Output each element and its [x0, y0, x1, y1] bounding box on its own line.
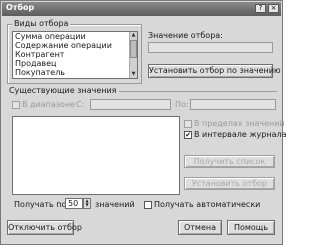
fetch-count-suffix: значений — [95, 200, 135, 209]
filter-value-label: Значение отбора: — [148, 31, 223, 40]
scroll-up-icon[interactable]: ▲ — [130, 32, 137, 39]
scroll-down-icon[interactable]: ▼ — [130, 71, 137, 78]
from-field[interactable] — [90, 99, 171, 110]
in-journal-interval-checkbox-label: В интервале журнала — [194, 130, 287, 139]
list-item[interactable]: Продавец — [13, 59, 137, 68]
fetch-count-spinner[interactable]: ▲ ▼ — [83, 198, 91, 209]
range-checkbox[interactable] — [12, 101, 20, 109]
filter-types-list[interactable]: Сумма операции Содержание операции Контр… — [12, 31, 138, 79]
spin-down-icon[interactable]: ▼ — [84, 203, 90, 207]
help-icon[interactable]: ? — [255, 4, 266, 13]
window-title: Отбор — [6, 3, 35, 12]
auto-fetch-checkbox[interactable] — [144, 201, 152, 209]
existing-values-group-label: Существующие значения — [7, 86, 119, 95]
auto-fetch-checkbox-label: Получать автоматически — [154, 200, 261, 209]
help-button[interactable]: Помощь — [227, 220, 275, 235]
in-journal-interval-checkbox[interactable]: ✔ — [184, 131, 192, 139]
list-item[interactable]: Покупатель — [13, 68, 137, 77]
filter-dialog: Отбор ? × Виды отбора Сумма операции Сод… — [0, 0, 287, 245]
disable-filter-button[interactable]: Отключить отбор — [7, 220, 82, 235]
to-label: По: — [175, 100, 189, 109]
in-period-checkbox-label: В пределах значений — [194, 119, 285, 128]
list-item[interactable]: Содержание операции — [13, 41, 137, 50]
apply-filter-by-value-button[interactable]: Установить отбор по значению — [148, 64, 281, 78]
cancel-button[interactable]: Отмена — [178, 220, 222, 235]
from-label: С: — [76, 100, 85, 109]
set-filter-button[interactable]: Установить отбор — [184, 177, 275, 190]
fetch-count-input[interactable]: 50 — [65, 198, 83, 209]
list-item[interactable]: Контрагент — [13, 50, 137, 59]
title-bar: Отбор ? × — [2, 2, 281, 16]
close-icon[interactable]: × — [268, 4, 279, 13]
filter-types-group-label: Виды отбора — [12, 19, 71, 28]
range-checkbox-label: В диапазоне — [22, 100, 76, 109]
in-period-checkbox[interactable] — [184, 120, 192, 128]
scroll-thumb[interactable] — [130, 40, 137, 58]
list-scrollbar[interactable]: ▲ ▼ — [129, 32, 137, 78]
existing-values-list[interactable] — [12, 116, 180, 195]
checkmark-icon: ✔ — [185, 131, 191, 139]
to-field[interactable] — [190, 99, 276, 110]
filter-value-field[interactable] — [148, 42, 273, 53]
filter-types-group: Виды отбора Сумма операции Содержание оп… — [7, 19, 142, 84]
list-item[interactable]: Сумма операции — [13, 32, 137, 41]
fetch-count-label: Получать по: — [14, 200, 70, 209]
get-list-button[interactable]: Получить список — [184, 155, 275, 168]
